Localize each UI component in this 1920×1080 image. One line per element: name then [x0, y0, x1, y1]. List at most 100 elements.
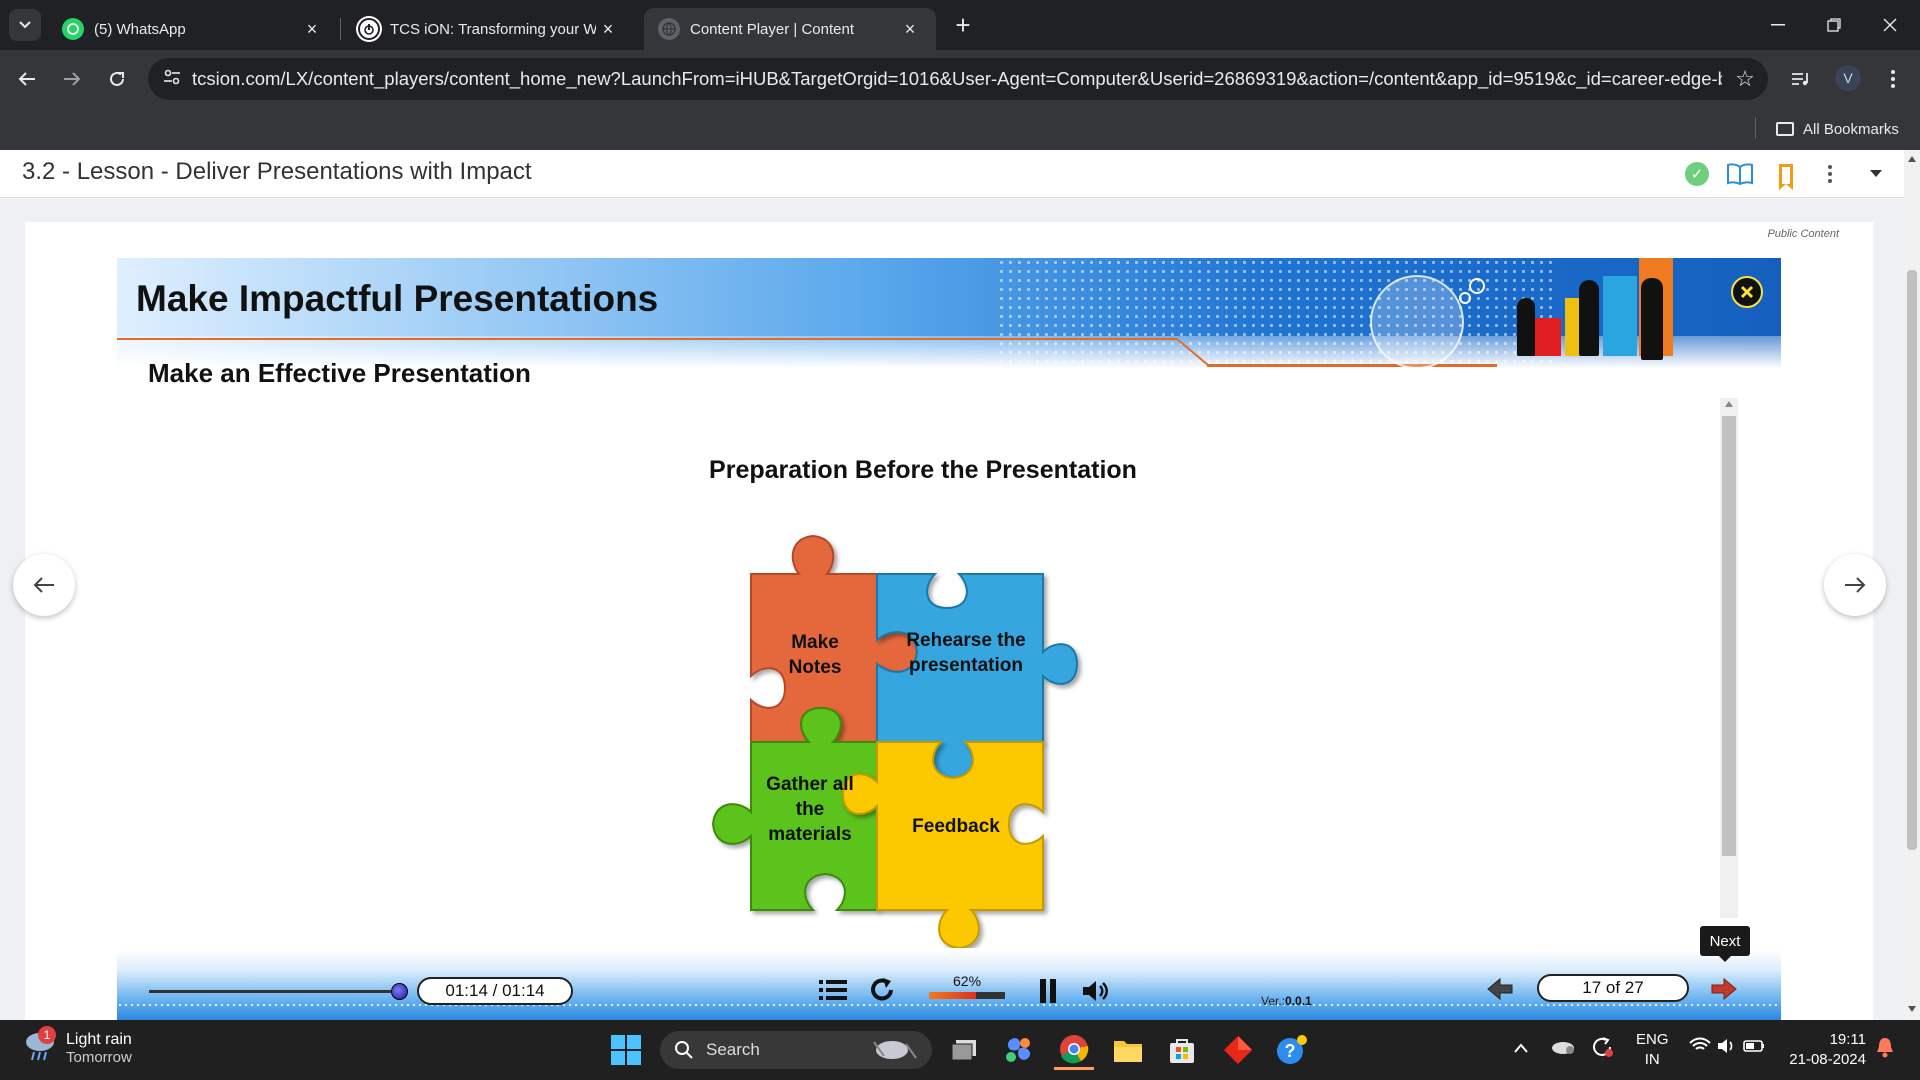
weather-widget[interactable]: 1 Light rain Tomorrow	[22, 1026, 132, 1068]
language-code: ENG	[1636, 1031, 1669, 1048]
speaker-icon	[1083, 981, 1108, 1001]
back-button[interactable]	[10, 62, 44, 96]
chrome-menu-button[interactable]	[1876, 62, 1910, 96]
tab-content-player[interactable]: Content Player | Content ×	[644, 8, 936, 50]
clock[interactable]: 19:11 21-08-2024	[1782, 1030, 1866, 1070]
puzzle-label-gather: Gather all the materials	[766, 774, 854, 845]
scrollbar-thumb[interactable]	[1907, 270, 1917, 850]
sync-icon[interactable]	[1590, 1036, 1614, 1063]
volume-button[interactable]	[1079, 976, 1113, 1006]
search-icon	[675, 1041, 693, 1059]
page-scrollbar[interactable]	[1904, 150, 1920, 1020]
svg-text:?: ?	[1285, 1041, 1296, 1061]
copilot-button[interactable]	[998, 1030, 1038, 1070]
tab-strip: (5) WhatsApp × TCS iON: Transforming you…	[0, 0, 1920, 50]
pause-button[interactable]	[1033, 976, 1063, 1006]
onedrive-icon[interactable]	[1550, 1036, 1576, 1061]
tab-tcs-ion[interactable]: TCS iON: Transforming your Wo ×	[344, 8, 634, 50]
minimize-button[interactable]	[1750, 0, 1806, 50]
forward-button[interactable]	[55, 62, 89, 96]
lesson-title: 3.2 - Lesson - Deliver Presentations wit…	[22, 158, 532, 185]
scroll-up-icon[interactable]	[1908, 156, 1916, 162]
search-label: Search	[706, 1040, 760, 1059]
tab-whatsapp[interactable]: (5) WhatsApp ×	[48, 8, 338, 50]
scrollbar-thumb[interactable]	[1722, 416, 1736, 856]
media-control-button[interactable]	[1784, 62, 1818, 96]
replay-button[interactable]	[867, 974, 899, 1006]
tab-title: Content Player | Content	[690, 20, 854, 38]
app-red-diamond-button[interactable]	[1218, 1030, 1258, 1070]
bookmark-star-icon[interactable]: ☆	[1722, 66, 1768, 92]
arrow-left-icon	[18, 72, 35, 86]
bookmark-icon[interactable]	[1772, 160, 1800, 190]
puzzle-label-feedback: Feedback	[912, 816, 1000, 837]
close-icon	[1740, 285, 1754, 299]
previous-slide-button[interactable]	[1483, 972, 1517, 1006]
volume-fill	[929, 992, 977, 999]
replay-icon	[871, 978, 893, 1001]
clock-time: 19:11	[1829, 1031, 1866, 1048]
close-tab-icon[interactable]: ×	[898, 19, 922, 40]
page-content: 3.2 - Lesson - Deliver Presentations wit…	[0, 150, 1904, 1020]
next-page-button[interactable]	[1824, 554, 1886, 616]
help-button[interactable]: ?	[1272, 1030, 1312, 1070]
book-icon[interactable]	[1726, 160, 1754, 188]
puzzle-graphic: Make Notes Rehearse the presentation Gat…	[705, 528, 1145, 950]
more-options-icon[interactable]	[1816, 160, 1844, 188]
arrow-left-icon	[1487, 977, 1513, 1001]
menu-list-button[interactable]	[817, 974, 849, 1006]
reload-button[interactable]	[100, 62, 134, 96]
close-tab-icon[interactable]: ×	[596, 19, 620, 40]
seek-handle[interactable]	[391, 983, 408, 1000]
all-bookmarks-button[interactable]: All Bookmarks	[1776, 116, 1899, 142]
dropdown-caret-icon[interactable]	[1862, 160, 1890, 188]
site-settings-icon[interactable]	[152, 69, 192, 90]
profile-avatar[interactable]: V	[1835, 65, 1861, 91]
puzzle-label-make-notes: Make Notes	[788, 632, 842, 678]
network-volume-battery[interactable]	[1688, 1036, 1768, 1061]
completed-icon[interactable]: ✓	[1683, 160, 1711, 188]
puzzle-label-rehearse: Rehearse the presentation	[906, 630, 1026, 676]
slide-scrollbar[interactable]	[1720, 398, 1738, 918]
whatsapp-icon	[62, 18, 84, 40]
close-window-button[interactable]	[1862, 0, 1918, 50]
seek-bar[interactable]	[149, 990, 399, 993]
language-indicator[interactable]: ENG IN	[1636, 1030, 1669, 1070]
arrow-right-icon	[1711, 977, 1737, 1001]
file-explorer-button[interactable]	[1108, 1030, 1148, 1070]
start-button[interactable]	[606, 1030, 646, 1070]
time-display: 01:14 / 01:14	[417, 977, 573, 1005]
scroll-down-icon[interactable]	[1908, 1006, 1916, 1012]
scroll-up-icon[interactable]	[1725, 401, 1733, 407]
version-label: Ver.:0.0.1	[1261, 994, 1312, 1008]
content-heading: Preparation Before the Presentation	[709, 456, 1137, 484]
arrow-right-icon	[64, 72, 81, 86]
windows-taskbar: 1 Light rain Tomorrow Search ? ENG IN 19…	[0, 1020, 1920, 1080]
store-button[interactable]	[1162, 1030, 1202, 1070]
restore-button[interactable]	[1806, 0, 1862, 50]
volume-slider[interactable]	[929, 992, 1005, 999]
address-bar[interactable]: tcsion.com/LX/content_players/content_ho…	[148, 58, 1768, 100]
search-highlight-icon	[873, 1041, 917, 1059]
pause-icon	[1040, 979, 1056, 1003]
chrome-taskbar-button[interactable]	[1054, 1030, 1094, 1070]
show-hidden-icons-button[interactable]	[1514, 1038, 1528, 1058]
new-tab-button[interactable]: +	[948, 10, 978, 40]
clock-date: 21-08-2024	[1789, 1051, 1866, 1068]
browser-toolbar: tcsion.com/LX/content_players/content_ho…	[0, 50, 1920, 108]
weather-subtitle: Tomorrow	[66, 1048, 132, 1066]
previous-page-button[interactable]	[13, 554, 75, 616]
close-tab-icon[interactable]: ×	[300, 19, 324, 40]
close-slide-button[interactable]	[1731, 276, 1763, 308]
notification-bell-icon[interactable]	[1876, 1036, 1894, 1063]
list-icon	[819, 980, 847, 1000]
bookmarks-bar: All Bookmarks	[0, 108, 1920, 150]
next-slide-button[interactable]	[1707, 972, 1741, 1006]
tab-search-button[interactable]	[9, 9, 41, 41]
arrow-right-icon	[1845, 577, 1866, 593]
tcs-ion-icon	[358, 18, 380, 40]
weather-title: Light rain	[66, 1030, 132, 1048]
task-view-button[interactable]	[944, 1030, 984, 1070]
region-code: IN	[1644, 1051, 1660, 1068]
taskbar-search[interactable]: Search	[660, 1031, 932, 1069]
